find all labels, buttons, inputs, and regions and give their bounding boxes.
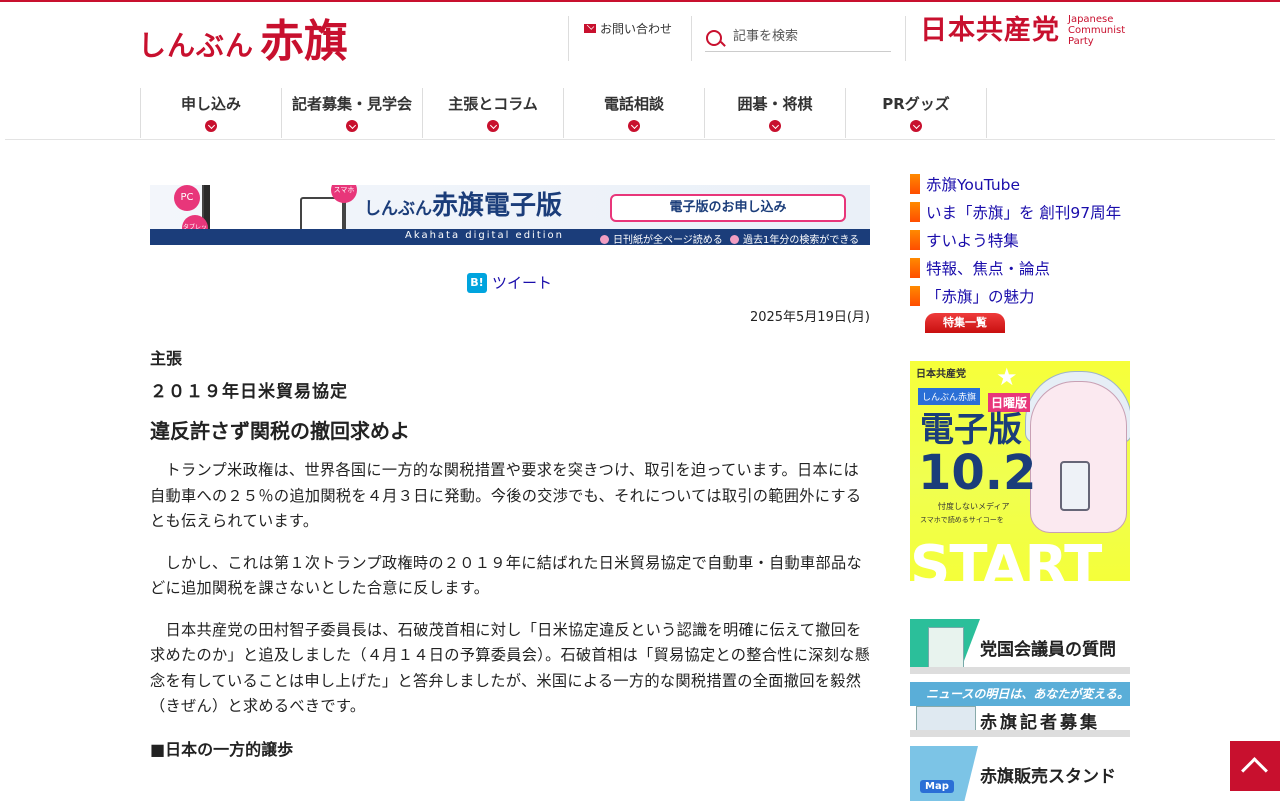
nav-item-phone[interactable]: 電話相談: [564, 88, 705, 138]
sidebar-item-anniversary[interactable]: いま「赤旗」を 創刊97周年: [910, 198, 1121, 226]
chevron-down-icon: [487, 120, 499, 132]
share-buttons: B! ツイート: [467, 272, 552, 293]
sidebar-link-label[interactable]: いま「赤旗」を 創刊97周年: [926, 201, 1121, 223]
bullet-bar-icon: [910, 230, 920, 250]
contact-label: お問い合わせ: [600, 22, 673, 36]
diet-questions-banner[interactable]: 党国会議員の質問: [910, 619, 1130, 674]
nav-item-pr-goods[interactable]: PRグッズ: [846, 88, 987, 138]
article-paragraph: しかし、これは第１次トランプ政権時の２０１９年に結ばれた日米貿易協定で自動車・自…: [150, 553, 862, 598]
chevron-down-icon: [910, 120, 922, 132]
chevron-down-icon: [628, 120, 640, 132]
sidebar-item-special-report[interactable]: 特報、焦点・論点: [910, 254, 1121, 282]
banner-label: 党国会議員の質問: [980, 640, 1116, 660]
jcp-logo-jp: 日本共産党: [920, 15, 1060, 46]
chevron-down-icon: [769, 120, 781, 132]
sunday-edition-promo[interactable]: ★ 日本共産党 しんぶん赤旗 日曜版 電子版 10.2 忖度しないメディア スマ…: [910, 361, 1130, 581]
header-divider: [568, 16, 569, 61]
map-badge: Map: [920, 780, 954, 793]
tweet-link[interactable]: ツイート: [492, 272, 552, 293]
bullet-bar-icon: [910, 286, 920, 306]
article-date: 2025年5月19日(月): [749, 310, 870, 325]
logo-small-text: しんぶん: [138, 29, 255, 62]
promo-number: 10.2: [918, 445, 1037, 501]
bullet-bar-icon: [910, 174, 920, 194]
jcp-logo-en: Japanese Communist Party: [1068, 14, 1126, 47]
promo-title: 電子版: [920, 410, 1022, 450]
promo-start: START: [910, 534, 1102, 582]
banner-title: しんぶん赤旗電子版: [364, 191, 563, 221]
article-paragraph: 日本共産党の田村智子委員長は、石破茂首相に対し「日米協定違反という認識を明確に伝…: [150, 620, 871, 716]
sales-stand-banner[interactable]: Map 赤旗販売スタンド: [910, 746, 1130, 801]
nav-label: 電話相談: [603, 95, 664, 113]
nav-item-igo-shogi[interactable]: 囲碁・将棋: [705, 88, 846, 138]
search-input[interactable]: [731, 28, 885, 45]
star-icon: ★: [996, 363, 1018, 391]
nav-label: 囲碁・将棋: [737, 95, 813, 113]
reporter-recruit-banner[interactable]: ニュースの明日は、あなたが変える。 赤旗記者募集: [910, 682, 1130, 737]
promo-tagline: 忖度しないメディア: [938, 502, 1010, 511]
promo-tagline: スマホで読めるサイコーを: [920, 516, 1004, 524]
sidebar-item-wednesday[interactable]: すいよう特集: [910, 226, 1121, 254]
nav-item-apply[interactable]: 申し込み: [141, 88, 282, 138]
nav-label: 記者募集・見学会: [291, 95, 412, 113]
nav-label: 主張とコラム: [448, 95, 538, 113]
header-divider: [905, 16, 906, 61]
sidebar-feature-links: 赤旗YouTube いま「赤旗」を 創刊97周年 すいよう特集 特報、焦点・論点…: [910, 170, 1121, 310]
article-body: 主張 ２０１９年日米貿易協定 違反許さず関税の撤回求めよ トランプ米政権は、世界…: [150, 346, 871, 760]
feature-list-button[interactable]: 特集一覧: [925, 313, 1005, 333]
back-to-top-button[interactable]: [1230, 741, 1280, 791]
sidebar-item-youtube[interactable]: 赤旗YouTube: [910, 170, 1121, 198]
article-subhead: ２０１９年日米貿易協定: [150, 382, 348, 402]
article-section-heading: ■日本の一方的譲歩: [150, 739, 294, 759]
article-kicker: 主張: [150, 349, 183, 368]
nav-item-editorial[interactable]: 主張とコラム: [423, 88, 564, 138]
logo-big-text: 赤旗: [260, 16, 349, 67]
jcp-logo[interactable]: 日本共産党 Japanese Communist Party: [920, 14, 1125, 47]
nav-label: 申し込み: [180, 95, 241, 113]
nav-label: PRグッズ: [882, 95, 950, 113]
banner-feature: 日刊紙が全ページ読める: [600, 231, 723, 245]
hatena-bookmark-icon[interactable]: B!: [467, 272, 487, 293]
sidebar-link-label[interactable]: 特報、焦点・論点: [926, 257, 1050, 279]
banner-subtitle: Akahata digital edition: [405, 230, 564, 241]
search-icon[interactable]: [705, 27, 725, 47]
bullet-bar-icon: [910, 202, 920, 222]
digital-edition-banner[interactable]: PC タブレット スマホ しんぶん赤旗電子版 電子版のお申し込み Akahata…: [150, 185, 870, 245]
promo-badge: しんぶん赤旗: [918, 388, 981, 405]
banner-apply-button[interactable]: 電子版のお申し込み: [610, 194, 846, 222]
banner-tagline: ニュースの明日は、あなたが変える。: [910, 682, 1130, 706]
sidebar-link-label[interactable]: 「赤旗」の魅力: [926, 285, 1035, 307]
contact-link[interactable]: お問い合わせ: [584, 20, 672, 37]
illustration-phone: [1060, 461, 1090, 511]
main-nav: 申し込み 記者募集・見学会 主張とコラム 電話相談 囲碁・将棋 PRグッズ: [140, 88, 987, 138]
bullet-bar-icon: [910, 258, 920, 278]
top-accent-line: [0, 0, 1280, 2]
sidebar-link-label[interactable]: すいよう特集: [926, 229, 1019, 251]
banner-feature: 過去1年分の検索ができる: [730, 231, 859, 245]
akahata-logo[interactable]: しんぶん 赤旗: [138, 14, 348, 64]
search-box: [705, 22, 891, 52]
sidebar-item-appeal[interactable]: 「赤旗」の魅力: [910, 282, 1121, 310]
promo-party: 日本共産党: [916, 369, 966, 380]
pc-badge: PC: [174, 185, 200, 211]
chevron-down-icon: [205, 120, 217, 132]
nav-divider: [5, 139, 1275, 140]
article-headline: 違反許さず関税の撤回求めよ: [150, 419, 410, 443]
article-paragraph: トランプ米政権は、世界各国に一方的な関税措置や要求を突きつけ、取引を迫っています…: [150, 461, 862, 530]
banner-label: 赤旗販売スタンド: [980, 767, 1116, 787]
chevron-up-icon: [1241, 757, 1268, 784]
mail-icon: [584, 24, 596, 33]
nav-item-recruit[interactable]: 記者募集・見学会: [282, 88, 423, 138]
sidebar-link-label[interactable]: 赤旗YouTube: [926, 173, 1020, 195]
header-divider: [691, 16, 692, 61]
chevron-down-icon: [346, 120, 358, 132]
